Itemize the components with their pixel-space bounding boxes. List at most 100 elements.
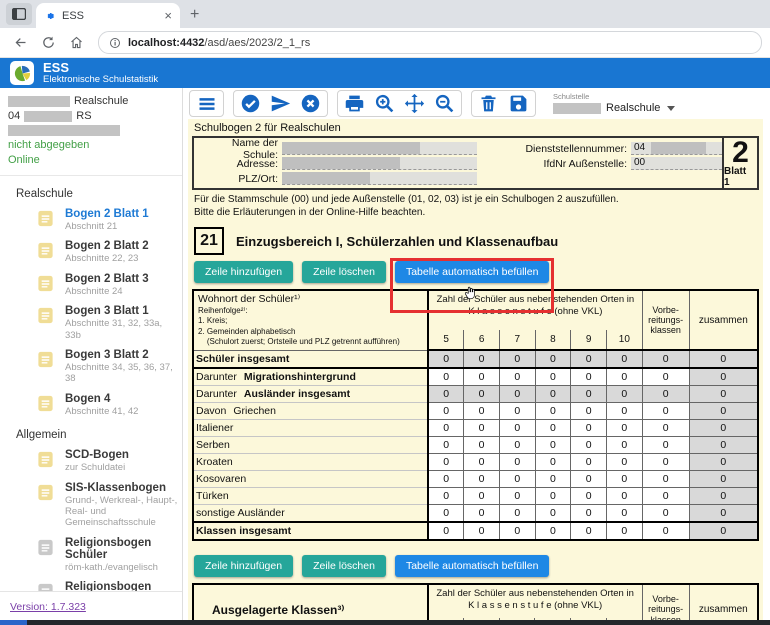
value-cell[interactable]: 0 xyxy=(606,350,642,368)
name-field[interactable] xyxy=(282,142,477,155)
delete-row-button[interactable]: Zeile löschen xyxy=(302,261,386,283)
home-icon[interactable] xyxy=(64,31,88,55)
value-cell[interactable]: 0 xyxy=(428,471,464,488)
value-cell[interactable]: 0 xyxy=(642,488,689,505)
value-cell[interactable]: 0 xyxy=(428,505,464,523)
value-cell[interactable]: 0 xyxy=(642,368,689,386)
value-cell[interactable]: 0 xyxy=(689,454,758,471)
value-cell[interactable]: 0 xyxy=(606,386,642,403)
value-cell[interactable]: 0 xyxy=(464,488,500,505)
value-cell[interactable]: 0 xyxy=(606,505,642,523)
value-cell[interactable]: 0 xyxy=(642,522,689,540)
value-cell[interactable]: 0 xyxy=(606,420,642,437)
value-cell[interactable]: 0 xyxy=(464,471,500,488)
delete-icon[interactable] xyxy=(478,93,499,114)
value-cell[interactable]: 0 xyxy=(535,522,571,540)
value-cell[interactable]: 0 xyxy=(499,368,535,386)
value-cell[interactable]: 0 xyxy=(606,437,642,454)
value-cell[interactable]: 0 xyxy=(535,454,571,471)
value-cell[interactable]: 0 xyxy=(535,368,571,386)
value-cell[interactable]: 0 xyxy=(535,403,571,420)
value-cell[interactable]: 0 xyxy=(535,471,571,488)
value-cell[interactable]: 0 xyxy=(571,505,607,523)
value-cell[interactable]: 0 xyxy=(606,454,642,471)
value-cell[interactable]: 0 xyxy=(428,420,464,437)
value-cell[interactable]: 0 xyxy=(464,505,500,523)
value-cell[interactable]: 0 xyxy=(499,386,535,403)
value-cell[interactable]: 0 xyxy=(499,522,535,540)
value-cell[interactable]: 0 xyxy=(535,488,571,505)
value-cell[interactable]: 0 xyxy=(428,350,464,368)
value-cell[interactable]: 0 xyxy=(571,350,607,368)
print-icon[interactable] xyxy=(344,93,365,114)
refresh-icon[interactable] xyxy=(36,31,60,55)
value-cell[interactable]: 0 xyxy=(642,420,689,437)
value-cell[interactable]: 0 xyxy=(571,386,607,403)
value-cell[interactable]: 0 xyxy=(571,488,607,505)
sidebar-item-bogen-3-blatt-1[interactable]: Bogen 3 Blatt 1Abschnitte 31, 32, 33a, 3… xyxy=(0,301,182,345)
value-cell[interactable]: 0 xyxy=(499,350,535,368)
value-cell[interactable]: 0 xyxy=(535,386,571,403)
sidebar-item-sis-klassenbogen[interactable]: SIS-KlassenbogenGrund-, Werkreal-, Haupt… xyxy=(0,478,182,533)
save-icon[interactable] xyxy=(508,93,529,114)
confirm-icon[interactable] xyxy=(240,93,261,114)
address-field[interactable] xyxy=(282,157,477,170)
sidebar-item-bogen-3-blatt-2[interactable]: Bogen 3 Blatt 2Abschnitte 34, 35, 36, 37… xyxy=(0,345,182,389)
value-cell[interactable]: 0 xyxy=(464,403,500,420)
value-cell[interactable]: 0 xyxy=(464,368,500,386)
value-cell[interactable]: 0 xyxy=(606,522,642,540)
value-cell[interactable]: 0 xyxy=(428,403,464,420)
value-cell[interactable]: 0 xyxy=(464,522,500,540)
value-cell[interactable]: 0 xyxy=(428,386,464,403)
tab-close-icon[interactable]: × xyxy=(164,9,172,22)
value-cell[interactable]: 0 xyxy=(689,350,758,368)
value-cell[interactable]: 0 xyxy=(689,505,758,523)
value-cell[interactable]: 0 xyxy=(535,437,571,454)
value-cell[interactable]: 0 xyxy=(535,505,571,523)
value-cell[interactable]: 0 xyxy=(571,403,607,420)
zoom-in-icon[interactable] xyxy=(374,93,395,114)
send-icon[interactable] xyxy=(270,93,291,114)
value-cell[interactable]: 0 xyxy=(428,488,464,505)
sidebar-item-bogen-2-blatt-3[interactable]: Bogen 2 Blatt 3Abschnitte 24 xyxy=(0,269,182,301)
value-cell[interactable]: 0 xyxy=(606,368,642,386)
value-cell[interactable]: 0 xyxy=(571,420,607,437)
value-cell[interactable]: 0 xyxy=(606,403,642,420)
value-cell[interactable]: 0 xyxy=(464,437,500,454)
tab-layout-button[interactable] xyxy=(6,3,32,25)
move-icon[interactable] xyxy=(404,93,425,114)
value-cell[interactable]: 0 xyxy=(689,522,758,540)
value-cell[interactable]: 0 xyxy=(606,471,642,488)
value-cell[interactable]: 0 xyxy=(689,403,758,420)
value-cell[interactable]: 0 xyxy=(689,488,758,505)
delete-row-button-2[interactable]: Zeile löschen xyxy=(302,555,386,577)
dienststellennummer-field[interactable]: 04 xyxy=(631,142,722,155)
value-cell[interactable]: 0 xyxy=(535,350,571,368)
value-cell[interactable]: 0 xyxy=(464,420,500,437)
sidebar-item-bogen-2-blatt-2[interactable]: Bogen 2 Blatt 2Abschnitte 22, 23 xyxy=(0,236,182,268)
value-cell[interactable]: 0 xyxy=(499,505,535,523)
cancel-icon[interactable] xyxy=(300,93,321,114)
sidebar-item-scd-bogen[interactable]: SCD-Bogenzur Schuldatei xyxy=(0,445,182,477)
value-cell[interactable]: 0 xyxy=(606,488,642,505)
value-cell[interactable]: 0 xyxy=(689,437,758,454)
add-row-button[interactable]: Zeile hinzufügen xyxy=(194,261,293,283)
value-cell[interactable]: 0 xyxy=(571,454,607,471)
value-cell[interactable]: 0 xyxy=(499,454,535,471)
value-cell[interactable]: 0 xyxy=(428,368,464,386)
value-cell[interactable]: 0 xyxy=(642,350,689,368)
value-cell[interactable]: 0 xyxy=(571,437,607,454)
version-link[interactable]: Version: 1.7.323 xyxy=(10,601,86,613)
value-cell[interactable]: 0 xyxy=(499,403,535,420)
city-field[interactable] xyxy=(282,172,477,185)
value-cell[interactable]: 0 xyxy=(428,522,464,540)
value-cell[interactable]: 0 xyxy=(499,420,535,437)
value-cell[interactable]: 0 xyxy=(499,437,535,454)
value-cell[interactable]: 0 xyxy=(464,350,500,368)
value-cell[interactable]: 0 xyxy=(689,386,758,403)
menu-icon[interactable] xyxy=(196,93,217,114)
autofill-table-button[interactable]: Tabelle automatisch befüllen xyxy=(395,261,550,283)
sidebar-item-religionsbogen-lehrkr-fte[interactable]: Religionsbogen Lehrkräfteröm.-kath. xyxy=(0,577,182,591)
value-cell[interactable]: 0 xyxy=(499,488,535,505)
back-icon[interactable] xyxy=(8,31,32,55)
